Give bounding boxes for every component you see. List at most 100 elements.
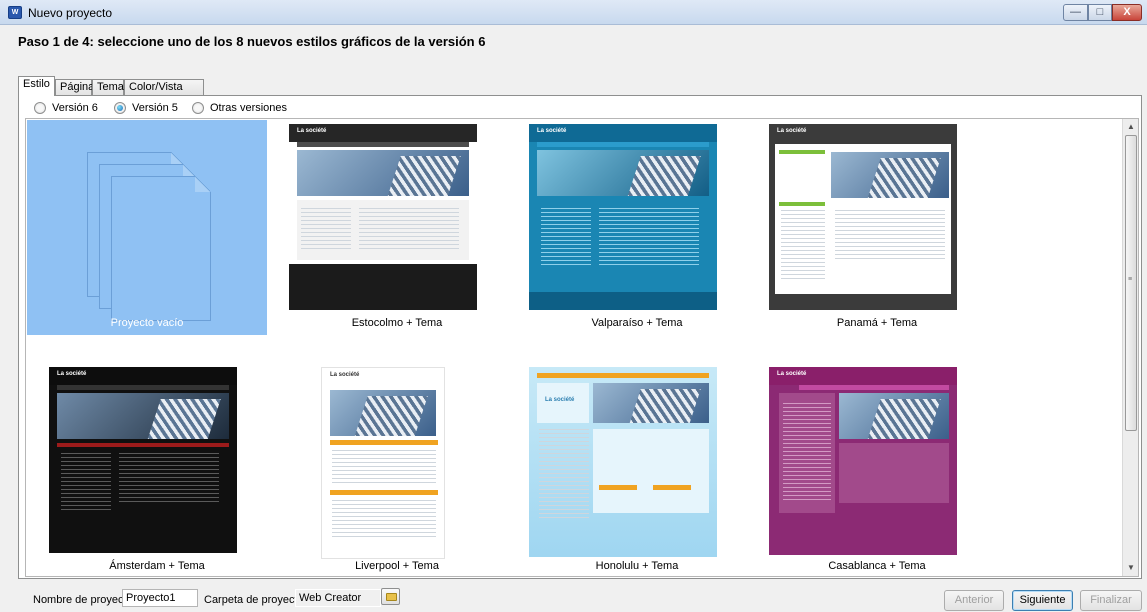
- radio-label: Versión 6: [52, 102, 98, 114]
- style-caption: Honolulu + Tema: [595, 560, 679, 572]
- thumb-panel: La société: [537, 383, 589, 423]
- thumb-panel: [839, 443, 949, 503]
- thumb-nav: [297, 142, 469, 147]
- thumb-brand: La société: [537, 128, 567, 134]
- style-thumbnail: La société: [769, 124, 957, 310]
- thumb-text: [599, 208, 699, 268]
- version-5-radio[interactable]: Versión 5: [114, 101, 178, 115]
- thumb-text: [61, 453, 111, 513]
- vertical-scrollbar[interactable]: ▲ ≡ ▼: [1122, 119, 1138, 576]
- next-button[interactable]: Siguiente: [1012, 590, 1073, 611]
- thumb-accent: [653, 485, 691, 490]
- close-button[interactable]: X: [1112, 4, 1142, 21]
- style-caption: Ámsterdam + Tema: [109, 560, 205, 572]
- thumb-header: La société: [322, 368, 444, 386]
- radio-indicator: [34, 102, 46, 114]
- style-card-casablanca[interactable]: La société Casablanca + Tema: [757, 363, 997, 576]
- thumb-header: La société: [289, 124, 477, 142]
- new-project-window: W Nuevo proyecto — □ X Paso 1 de 4: sele…: [0, 0, 1147, 612]
- version-6-radio[interactable]: Versión 6: [34, 101, 98, 115]
- app-icon: W: [8, 6, 22, 19]
- thumb-accent: [779, 202, 825, 206]
- style-gallery: Proyecto vacío La société Estocolmo + Te…: [25, 118, 1139, 577]
- thumb-brand: La société: [57, 371, 87, 377]
- projects-folder-field: Web Creator: [295, 589, 381, 607]
- style-thumbnail: La société: [769, 367, 957, 555]
- radio-label: Versión 5: [132, 102, 178, 114]
- style-card-proyecto-vacio[interactable]: Proyecto vacío: [27, 120, 267, 335]
- style-thumbnail: La société: [529, 367, 717, 557]
- minimize-button[interactable]: —: [1063, 4, 1088, 21]
- thumb-hero: [593, 383, 709, 423]
- title-bar[interactable]: W Nuevo proyecto — □ X: [0, 0, 1147, 25]
- tab-tema[interactable]: Tema: [92, 79, 124, 95]
- thumb-footer: [529, 292, 717, 310]
- thumb-accent: [330, 440, 438, 445]
- previous-button[interactable]: Anterior: [944, 590, 1004, 611]
- thumb-text: [119, 453, 219, 503]
- thumb-footer: [289, 264, 477, 310]
- thumb-text: [332, 450, 436, 486]
- style-caption: Liverpool + Tema: [355, 560, 439, 572]
- scroll-thumb[interactable]: ≡: [1125, 135, 1137, 431]
- thumb-accent: [330, 490, 438, 495]
- style-card-honolulu[interactable]: La société Honolulu + Tema: [517, 363, 757, 576]
- thumb-accent: [599, 485, 637, 490]
- tab-color-vista-previa[interactable]: Color/Vista previa: [124, 79, 204, 108]
- thumb-header: La société: [529, 124, 717, 142]
- tab-estilo[interactable]: Estilo: [18, 76, 55, 96]
- project-name-input[interactable]: Proyecto1: [122, 589, 198, 607]
- thumb-text: [541, 208, 591, 268]
- style-card-estocolmo[interactable]: La société Estocolmo + Tema: [277, 120, 517, 335]
- thumb-brand: La société: [777, 128, 807, 134]
- thumb-nav: [537, 373, 709, 378]
- thumb-text: [301, 208, 351, 252]
- style-caption: Casablanca + Tema: [828, 560, 926, 572]
- tab-pagina[interactable]: Página: [55, 79, 94, 95]
- grip-icon: ≡: [1128, 276, 1133, 283]
- style-card-amsterdam[interactable]: La société Ámsterdam + Tema: [37, 363, 277, 576]
- thumb-brand: La société: [545, 397, 575, 403]
- thumb-panel: [593, 429, 709, 513]
- thumb-hero: [297, 150, 469, 196]
- thumb-text: [359, 208, 459, 252]
- radio-label: Otras versiones: [210, 102, 288, 114]
- radio-indicator: [192, 102, 204, 114]
- thumb-hero: [57, 393, 229, 439]
- browse-folder-button[interactable]: [381, 588, 400, 605]
- style-card-panama[interactable]: La société Panamá + Tema: [757, 120, 997, 335]
- style-caption: Proyecto vacío: [110, 317, 184, 329]
- thumb-text: [783, 403, 831, 503]
- maximize-button[interactable]: □: [1088, 4, 1112, 21]
- finish-button[interactable]: Finalizar: [1080, 590, 1142, 611]
- style-card-liverpool[interactable]: La société Liverpool + Tema: [277, 363, 517, 576]
- thumb-hero: [330, 390, 436, 436]
- thumb-brand: La société: [777, 371, 807, 377]
- style-caption: Panamá + Tema: [836, 317, 918, 329]
- thumb-brand: La société: [330, 372, 360, 378]
- thumb-header: La société: [769, 124, 957, 142]
- thumb-nav: [57, 385, 229, 390]
- scroll-down-arrow-icon[interactable]: ▼: [1123, 560, 1139, 576]
- style-caption: Valparaíso + Tema: [591, 317, 683, 329]
- thumb-header: La société: [49, 367, 237, 385]
- other-versions-radio[interactable]: Otras versiones: [192, 101, 287, 115]
- style-thumbnail: La société: [529, 124, 717, 310]
- thumb-header: La société: [769, 367, 957, 385]
- thumb-text: [781, 210, 825, 280]
- step-heading: Paso 1 de 4: seleccione uno de los 8 nue…: [18, 34, 486, 49]
- style-thumbnail: La société: [289, 124, 477, 310]
- thumb-hero: [537, 150, 709, 196]
- scroll-up-arrow-icon[interactable]: ▲: [1123, 119, 1139, 135]
- style-card-valparaiso[interactable]: La société Valparaíso + Tema: [517, 120, 757, 335]
- folder-icon: [386, 593, 397, 601]
- thumb-text: [332, 500, 436, 540]
- thumb-text: [539, 429, 589, 519]
- thumb-hero: [831, 152, 949, 198]
- style-thumbnail: La société: [49, 367, 237, 553]
- thumb-text: [835, 210, 945, 260]
- thumb-nav: [799, 385, 949, 390]
- window-title: Nuevo proyecto: [28, 6, 113, 20]
- thumb-hero: [839, 393, 949, 439]
- radio-indicator: [114, 102, 126, 114]
